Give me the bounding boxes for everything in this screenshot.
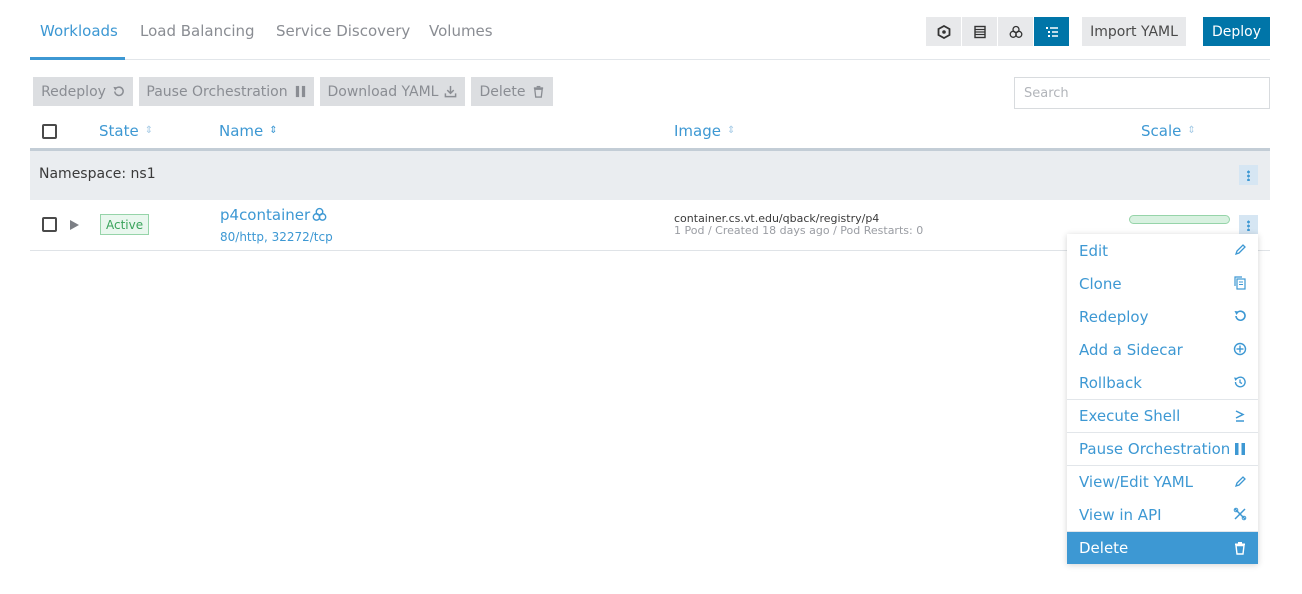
column-header-image[interactable]: Image ⇕ <box>674 122 735 140</box>
column-header-state[interactable]: State ⇕ <box>99 122 153 140</box>
redeploy-bulk-label: Redeploy <box>41 83 106 100</box>
menu-item-rollback[interactable]: Rollback <box>1067 366 1258 399</box>
list-icon <box>973 25 986 38</box>
menu-item-execute-shell[interactable]: Execute Shell <box>1067 399 1258 432</box>
menu-item-label: Delete <box>1079 539 1129 557</box>
download-yaml-button[interactable]: Download YAML <box>320 77 465 106</box>
workload-name-link[interactable]: p4container <box>220 206 310 224</box>
menu-item-label: Add a Sidecar <box>1079 340 1183 359</box>
workload-meta: 1 Pod / Created 18 days ago / Pod Restar… <box>674 224 924 237</box>
search-input[interactable] <box>1014 77 1270 109</box>
status-badge: Active <box>100 214 150 235</box>
group-none-icon <box>937 24 950 39</box>
plus-circle-icon <box>1233 342 1247 356</box>
pause-icon <box>1235 443 1245 455</box>
redeploy-bulk-button[interactable]: Redeploy <box>33 77 133 106</box>
namespace-label: Namespace: ns1 <box>39 166 156 182</box>
select-all-checkbox[interactable] <box>42 124 57 139</box>
tab-service-discovery[interactable]: Service Discovery <box>276 22 410 40</box>
expand-row-icon[interactable] <box>70 220 79 230</box>
menu-item-label: Execute Shell <box>1079 407 1181 425</box>
import-yaml-button[interactable]: Import YAML <box>1082 17 1186 46</box>
workloads-page: Workloads Load Balancing Service Discove… <box>0 0 1302 594</box>
tab-volumes[interactable]: Volumes <box>429 22 493 40</box>
cluster-icon <box>312 207 327 221</box>
delete-bulk-button[interactable]: Delete <box>471 77 553 106</box>
download-icon <box>445 85 457 98</box>
deploy-button[interactable]: Deploy <box>1203 17 1270 46</box>
column-label-state: State <box>99 122 139 140</box>
workload-actions-menu: Edit Clone Redeploy Add a Sidecar Rollba… <box>1067 234 1258 564</box>
menu-item-view-edit-yaml[interactable]: View/Edit YAML <box>1067 465 1258 498</box>
menu-item-redeploy[interactable]: Redeploy <box>1067 300 1258 333</box>
menu-item-add-sidecar[interactable]: Add a Sidecar <box>1067 333 1258 366</box>
trash-icon <box>533 85 543 98</box>
history-icon <box>1234 376 1246 388</box>
group-none-button[interactable] <box>926 17 961 46</box>
redeploy-icon <box>113 86 124 97</box>
copy-icon <box>1234 276 1246 290</box>
tab-workloads[interactable]: Workloads <box>40 22 118 40</box>
column-label-name: Name <box>219 122 264 140</box>
tree-list-icon <box>1045 26 1058 37</box>
pause-orchestration-bulk-button[interactable]: Pause Orchestration <box>139 77 314 106</box>
kebab-icon <box>1247 169 1250 181</box>
row-checkbox[interactable] <box>42 217 57 232</box>
menu-item-label: View/Edit YAML <box>1079 473 1194 491</box>
sort-desc-icon: ⇕ <box>269 125 278 136</box>
namespace-group-row: Namespace: ns1 <box>30 148 1270 200</box>
menu-item-pause-orchestration[interactable]: Pause Orchestration <box>1067 432 1258 465</box>
sort-icon: ⇕ <box>144 125 154 136</box>
column-label-image: Image <box>674 122 721 140</box>
tab-load-balancing[interactable]: Load Balancing <box>140 22 255 40</box>
api-icon <box>1233 507 1247 521</box>
menu-item-label: Redeploy <box>1079 307 1149 326</box>
trash-icon <box>1235 542 1245 555</box>
menu-item-label: Rollback <box>1079 373 1142 392</box>
download-yaml-label: Download YAML <box>327 83 439 100</box>
view-mode-group <box>926 17 1070 46</box>
tree-view-button[interactable] <box>1034 17 1069 46</box>
column-label-scale: Scale <box>1141 122 1182 140</box>
sort-icon: ⇕ <box>1187 125 1196 136</box>
menu-item-label: View in API <box>1079 505 1162 524</box>
pencil-icon <box>1234 476 1246 488</box>
redeploy-icon <box>1234 310 1246 322</box>
pause-orchestration-bulk-label: Pause Orchestration <box>146 83 288 100</box>
cluster-icon <box>1009 25 1022 38</box>
kebab-icon <box>1247 219 1250 231</box>
sort-icon: ⇕ <box>726 125 736 136</box>
namespace-actions-button[interactable] <box>1239 165 1258 185</box>
pause-icon <box>295 85 305 98</box>
pencil-icon <box>1234 244 1246 256</box>
menu-item-label: Clone <box>1079 274 1122 293</box>
workload-actions-button[interactable] <box>1239 215 1258 235</box>
workload-ports-link[interactable]: 80/http, 32272/tcp <box>220 230 333 244</box>
active-tab-indicator <box>30 57 125 60</box>
column-header-name[interactable]: Name ⇕ <box>219 122 278 140</box>
column-header-scale[interactable]: Scale ⇕ <box>1141 122 1196 140</box>
delete-bulk-label: Delete <box>479 83 526 100</box>
menu-item-clone[interactable]: Clone <box>1067 267 1258 300</box>
menu-item-delete[interactable]: Delete <box>1067 531 1258 564</box>
shell-icon <box>1235 410 1245 422</box>
menu-item-edit[interactable]: Edit <box>1067 234 1258 267</box>
menu-item-view-in-api[interactable]: View in API <box>1067 498 1258 531</box>
menu-item-label: Pause Orchestration <box>1079 440 1231 458</box>
menu-item-label: Edit <box>1079 241 1109 260</box>
cluster-view-button[interactable] <box>998 17 1033 46</box>
list-view-button[interactable] <box>962 17 997 46</box>
scale-progress-bar <box>1129 215 1230 224</box>
